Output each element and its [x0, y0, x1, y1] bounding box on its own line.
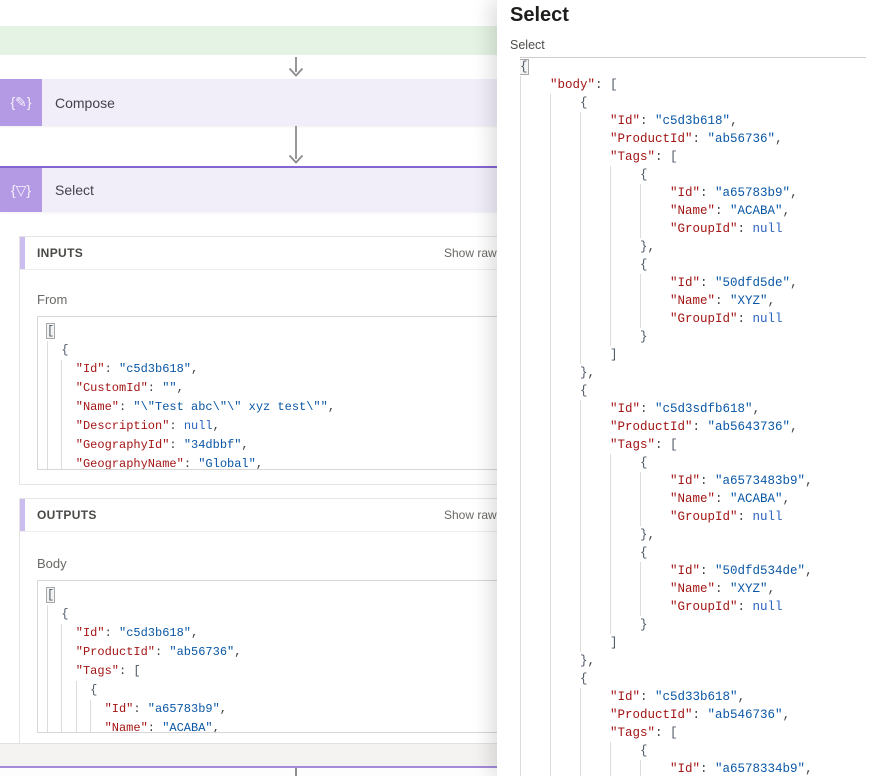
code-line: "Name": "XYZ",	[520, 292, 866, 310]
code-line: {	[520, 166, 866, 184]
body-field-label: Body	[37, 556, 497, 571]
code-line: ]	[520, 634, 866, 652]
code-line: "Name": "ACABA",	[47, 719, 497, 733]
select-details-pane: Select Select {"body": [{"Id": "c5d3b618…	[497, 0, 872, 776]
code-line: {	[520, 256, 866, 274]
show-raw-outputs-link[interactable]: Show raw o	[444, 508, 497, 522]
code-line: {	[47, 681, 497, 700]
code-line: ]	[520, 346, 866, 364]
code-line: "ProductId": "ab56736",	[47, 643, 497, 662]
code-line: {	[520, 454, 866, 472]
code-line: "Id": "a6578334b9",	[520, 760, 866, 776]
code-line: }	[520, 328, 866, 346]
code-line: {	[520, 94, 866, 112]
inputs-panel-title: INPUTS	[37, 246, 83, 260]
show-raw-inputs-link[interactable]: Show raw	[444, 246, 497, 260]
code-line: "body": [	[520, 76, 866, 94]
code-line: {	[47, 605, 497, 624]
code-line: "Name": "\"Test abc\"\" xyz test\"",	[47, 398, 497, 417]
code-line: {	[520, 742, 866, 760]
connector-line	[295, 768, 297, 776]
code-line: "Name": "ACABA",	[520, 490, 866, 508]
code-line: "Id": "50dfd5de",	[520, 274, 866, 292]
code-line: [	[47, 322, 497, 341]
inputs-panel-header: INPUTS Show raw	[20, 237, 497, 270]
outputs-json-viewer: [{"Id": "c5d3b618","ProductId": "ab56736…	[37, 580, 497, 733]
select-card-title: Select	[42, 168, 94, 212]
pane-title: Select	[510, 4, 569, 27]
code-line: "Tags": [	[520, 436, 866, 454]
code-line: {	[47, 341, 497, 360]
code-line: "Id": "c5d3b618",	[47, 360, 497, 379]
compose-braces-pencil-icon: {✎}	[0, 79, 42, 126]
code-line: },	[520, 652, 866, 670]
flow-canvas: {✎} Compose {▽} Select INPUTS Show raw	[0, 0, 497, 776]
flow-editor-canvas: {✎} Compose {▽} Select INPUTS Show raw	[0, 0, 497, 776]
code-line: "Id": "c5d3b618",	[520, 112, 866, 130]
code-line: "Id": "a65783b9",	[47, 700, 497, 719]
code-line: },	[520, 526, 866, 544]
code-line: "GeographyId": "34dbbf",	[47, 436, 497, 455]
inputs-panel: INPUTS Show raw From [{"Id": "c5d3b618",…	[19, 236, 497, 485]
code-line: "Id": "c5d3sdfb618",	[520, 400, 866, 418]
code-line: "GroupId": null	[520, 310, 866, 328]
compose-action-card[interactable]: {✎} Compose	[0, 79, 497, 126]
code-line: "Name": "ACABA",	[520, 202, 866, 220]
outputs-accent-bar	[20, 499, 25, 531]
code-line: },	[520, 238, 866, 256]
code-line: "Id": "c5d33b618",	[520, 688, 866, 706]
code-line: },	[520, 364, 866, 382]
code-line: {	[520, 544, 866, 562]
outputs-panel-header: OUTPUTS Show raw o	[20, 499, 497, 532]
code-line: }	[520, 616, 866, 634]
power-automate-flow-screen: {✎} Compose {▽} Select INPUTS Show raw	[0, 0, 872, 776]
code-line: {	[520, 670, 866, 688]
code-line: "GroupId": null	[520, 598, 866, 616]
outputs-panel-title: OUTPUTS	[37, 508, 97, 522]
code-line: {	[520, 58, 866, 76]
outputs-panel: OUTPUTS Show raw o Body [{"Id": "c5d3b61…	[19, 498, 497, 748]
code-line: "Name": "XYZ",	[520, 580, 866, 598]
code-line: "ProductId": "ab546736",	[520, 706, 866, 724]
select-json-editor[interactable]: {"body": [{"Id": "c5d3b618","ProductId":…	[520, 57, 866, 776]
code-line: "Tags": [	[520, 148, 866, 166]
code-line: "ProductId": "ab5643736",	[520, 418, 866, 436]
code-line: "CustomId": "",	[47, 379, 497, 398]
code-line: "Id": "c5d3b618",	[47, 624, 497, 643]
compose-icon-glyph: {✎}	[10, 94, 31, 111]
inputs-json-viewer: [{"Id": "c5d3b618","CustomId": "","Name"…	[37, 316, 497, 470]
outputs-panel-body: Body [{"Id": "c5d3b618","ProductId": "ab…	[20, 532, 497, 747]
previous-action-card[interactable]	[0, 26, 497, 55]
down-arrow-icon	[287, 126, 305, 170]
inputs-panel-body: From [{"Id": "c5d3b618","CustomId": "","…	[20, 270, 497, 484]
from-field-label: From	[37, 292, 497, 307]
code-line: "Tags": [	[520, 724, 866, 742]
select-action-card[interactable]: {▽} Select	[0, 166, 497, 212]
code-line: "GroupId": null	[520, 508, 866, 526]
code-line: {	[520, 382, 866, 400]
code-line: "Description": null,	[47, 417, 497, 436]
compose-card-title: Compose	[42, 79, 115, 126]
inputs-accent-bar	[20, 237, 25, 269]
code-line: "ProductId": "ab56736",	[520, 130, 866, 148]
select-braces-funnel-icon: {▽}	[0, 168, 42, 212]
select-field-label: Select	[510, 38, 545, 52]
next-action-card[interactable]	[0, 766, 497, 776]
code-line: "Id": "a6573483b9",	[520, 472, 866, 490]
select-icon-glyph: {▽}	[11, 182, 31, 199]
code-line: "GroupId": null	[520, 220, 866, 238]
code-line: "Id": "a65783b9",	[520, 184, 866, 202]
code-line: "GeographyName": "Global",	[47, 455, 497, 470]
canvas-background	[0, 744, 497, 766]
code-line: "Id": "50dfd534de",	[520, 562, 866, 580]
code-line: "Tags": [	[47, 662, 497, 681]
code-line: [	[47, 586, 497, 605]
